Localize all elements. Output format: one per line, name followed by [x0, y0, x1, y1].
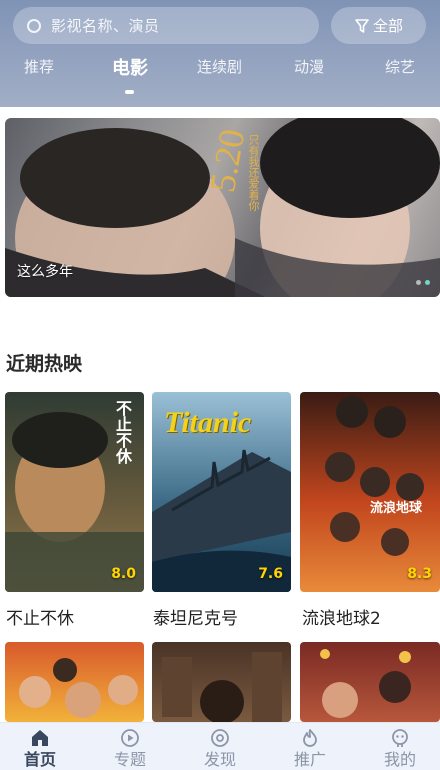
banner-pagination [416, 280, 430, 285]
nav-promote-label: 推广 [293, 750, 326, 769]
filter-all-button[interactable]: 全部 [331, 7, 426, 44]
poster-3-score: 8.3 [407, 566, 432, 582]
nav-discover-label: 发现 [203, 750, 236, 769]
nav-topics-label: 专题 [113, 750, 146, 769]
movie-poster-1[interactable]: 不止不休 8.0 [5, 392, 144, 592]
poster-3-text: 流浪地球 [370, 500, 423, 515]
movie-poster-3[interactable]: 流浪地球 8.3 [300, 392, 440, 592]
tab-variety[interactable]: 综艺 [385, 56, 415, 77]
banner-dot-active[interactable] [425, 280, 430, 285]
poster-artwork [325, 396, 424, 556]
flame-icon [303, 729, 317, 747]
search-icon [27, 18, 41, 33]
poster-1-text: 不止不休 [113, 400, 130, 464]
top-header: 影视名称、演员 全部 推荐 电影 连续剧 动漫 综艺 [0, 0, 440, 107]
banner-poster-subtext: 只有我还爱着你 [247, 134, 259, 211]
nav-topics[interactable]: 专题 [90, 723, 170, 770]
nav-home-label: 首页 [23, 750, 56, 769]
discover-icon [211, 729, 229, 747]
search-placeholder: 影视名称、演员 [51, 17, 160, 35]
filter-all-label: 全部 [372, 17, 403, 35]
banner-caption: 这么多年 [17, 264, 73, 280]
movie-poster-4[interactable] [5, 642, 144, 722]
poster-2-score: 7.6 [258, 566, 283, 582]
user-icon [392, 729, 408, 747]
tab-anime[interactable]: 动漫 [294, 56, 324, 77]
section-title: 近期热映 [6, 353, 83, 375]
filter-icon [355, 18, 369, 33]
movie-poster-6[interactable] [300, 642, 440, 722]
movie-title-2[interactable]: 泰坦尼克号 [153, 604, 238, 629]
movie-title-3[interactable]: 流浪地球2 [302, 604, 381, 629]
movie-title-1[interactable]: 不止不休 [6, 604, 74, 629]
poster-1-score: 8.0 [111, 566, 136, 582]
banner-dot[interactable] [416, 280, 421, 285]
hero-banner[interactable]: 5.20 只有我还爱着你 这么多年 [5, 118, 440, 297]
search-bar[interactable]: 影视名称、演员 [13, 7, 319, 44]
play-circle-icon [121, 729, 139, 747]
nav-home[interactable]: 首页 [0, 723, 80, 770]
poster-artwork [162, 652, 282, 722]
tab-recommend[interactable]: 推荐 [24, 56, 54, 77]
movie-poster-2[interactable]: Titanic 7.6 [152, 392, 291, 592]
home-icon [32, 730, 48, 746]
movie-poster-5[interactable] [152, 642, 291, 722]
nav-mine[interactable]: 我的 [360, 723, 440, 770]
tab-series[interactable]: 连续剧 [197, 56, 242, 77]
nav-mine-label: 我的 [383, 750, 416, 769]
bottom-navigation: 首页 专题 发现 推广 我的 [0, 722, 440, 770]
category-tabs: 推荐 电影 连续剧 动漫 综艺 [0, 56, 440, 86]
poster-artwork [19, 658, 138, 718]
poster-artwork [320, 649, 411, 718]
nav-discover[interactable]: 发现 [180, 723, 260, 770]
tab-movie[interactable]: 电影 [112, 54, 148, 80]
active-tab-indicator [125, 90, 134, 94]
poster-2-text: Titanic [164, 406, 252, 439]
nav-promote[interactable]: 推广 [270, 723, 350, 770]
